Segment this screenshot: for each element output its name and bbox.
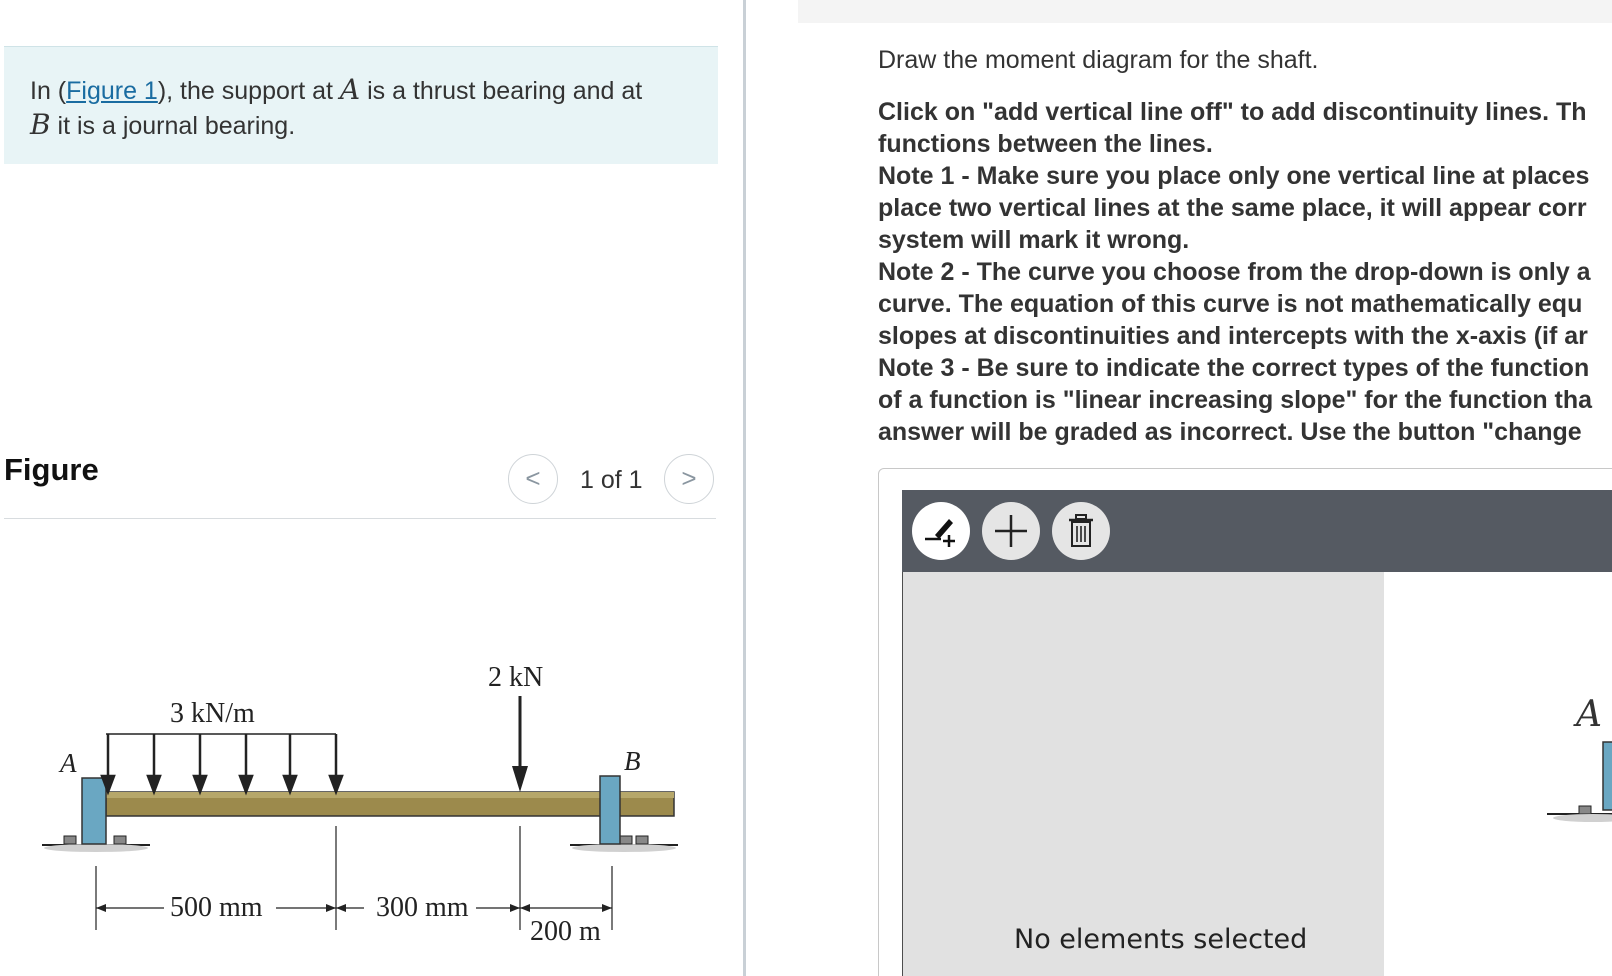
dim-arrow-5 (520, 904, 530, 912)
pen-plus-icon (925, 519, 955, 547)
instruction-line: Click on "add vertical line off" to add … (878, 98, 1587, 126)
distributed-load-arrows (100, 734, 344, 796)
canvas-support-preview (1547, 741, 1612, 822)
ground-a-shadow (44, 844, 148, 852)
dim-arrow-4 (510, 904, 520, 912)
drawing-canvas[interactable] (1393, 582, 1612, 976)
instruction-line: functions between the lines. (878, 130, 1213, 158)
instruction-line: Note 2 - The curve you choose from the d… (878, 258, 1591, 286)
distributed-load-label: 3 kN/m (170, 698, 255, 729)
point-load-arrowhead (512, 766, 528, 792)
shaft-diagram: A B 3 kN/m 2 kN 500 mm 300 mm 200 m (42, 662, 678, 947)
figure-link[interactable]: Figure 1 (66, 77, 158, 105)
problem-pane: In (Figure 1), the support at A is a thr… (0, 0, 746, 976)
bolt-a-left (63, 835, 77, 845)
chevron-left-icon: < (525, 463, 541, 493)
bearing-a (81, 777, 107, 845)
intro-prefix: In ( (30, 77, 67, 105)
next-figure-button[interactable]: > (664, 454, 714, 504)
delete-tool-button[interactable] (1052, 502, 1110, 560)
bearing-b (599, 775, 621, 845)
figure-heading: Figure (4, 452, 99, 487)
intro-middle: ), the support at (157, 77, 340, 105)
element-properties-panel (902, 572, 1384, 976)
problem-statement: In (Figure 1), the support at A is a thr… (4, 46, 718, 164)
instructions: Draw the moment diagram for the shaft. C… (878, 44, 1612, 448)
intro-after-a: is a thrust bearing and at (360, 77, 643, 105)
dim-label-300: 300 mm (376, 892, 469, 923)
add-tool-button[interactable] (982, 502, 1040, 560)
plus-icon (995, 515, 1027, 547)
dim-arrow-2 (326, 904, 336, 912)
instruction-line: Note 3 - Be sure to indicate the correct… (878, 354, 1590, 382)
figure-divider (4, 518, 716, 519)
support-a-label: A (58, 748, 77, 778)
point-a-symbol: A (339, 73, 361, 106)
instruction-line: Note 1 - Make sure you place only one ve… (878, 162, 1590, 190)
point-b-symbol: B (30, 108, 51, 141)
shaft-highlight (106, 792, 674, 798)
top-strip (798, 0, 1612, 23)
ground-b-shadow (572, 844, 676, 852)
dim-arrow-1 (96, 904, 106, 912)
bolt-b-left (619, 835, 633, 845)
bolt-b-right (635, 835, 649, 845)
canvas-support-label: A (1576, 694, 1602, 735)
question-prompt: Draw the moment diagram for the shaft. (878, 46, 1319, 74)
instruction-line: place two vertical lines at the same pla… (878, 194, 1587, 222)
support-b-label: B (624, 746, 641, 776)
dim-label-500: 500 mm (170, 892, 263, 923)
diagram-toolbar (902, 490, 1612, 572)
chevron-right-icon: > (681, 463, 697, 493)
trash-icon (1069, 514, 1093, 547)
instruction-line: of a function is "linear increasing slop… (878, 386, 1593, 414)
pane-splitter[interactable] (743, 0, 746, 976)
intro-after-b: it is a journal bearing. (50, 112, 296, 140)
instruction-line: curve. The equation of this curve is not… (878, 290, 1583, 318)
dim-label-200: 200 m (530, 916, 601, 947)
point-load-label: 2 kN (488, 662, 543, 693)
figure-page-count: 1 of 1 (580, 466, 643, 494)
instruction-line: system will mark it wrong. (878, 226, 1190, 254)
dim-arrow-3 (336, 904, 346, 912)
instruction-line: slopes at discontinuities and intercepts… (878, 322, 1588, 350)
selection-status: No elements selected (1014, 924, 1308, 955)
previous-figure-button[interactable]: < (508, 454, 558, 504)
draw-tool-button[interactable] (912, 502, 970, 560)
dim-arrow-6 (602, 904, 612, 912)
bolt-a-right (113, 835, 127, 845)
figure-pager: < 1 of 1 > (508, 454, 716, 504)
instruction-line: answer will be graded as incorrect. Use … (878, 418, 1582, 446)
